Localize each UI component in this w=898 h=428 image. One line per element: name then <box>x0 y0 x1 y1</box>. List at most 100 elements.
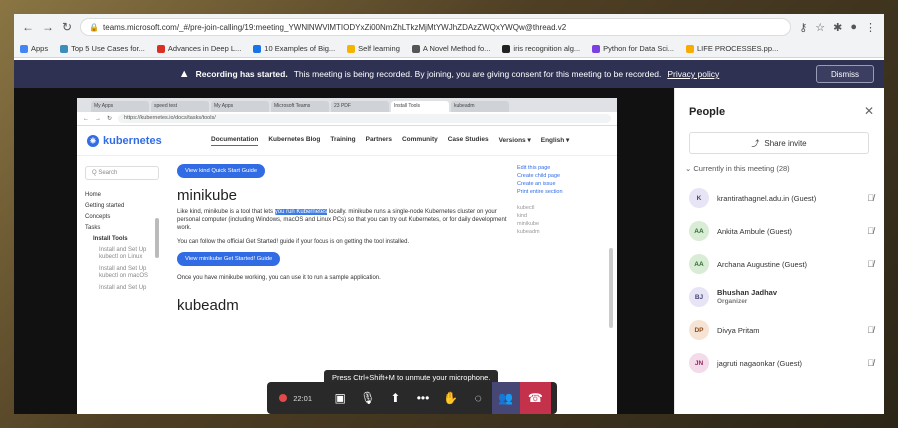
bookmark-item[interactable]: iris recognition alg... <box>502 44 580 53</box>
minikube-paragraph: Like kind, minikube is a tool that lets … <box>177 208 517 232</box>
bookmark-item[interactable]: Advances in Deep L... <box>156 44 242 53</box>
toc-item: minikube <box>517 221 540 227</box>
chevron-down-icon: ⌄ <box>685 164 692 173</box>
get-started-paragraph: You can follow the official Get Started!… <box>177 239 410 245</box>
kubernetes-content: View kind Quick Start Guide minikube Lik… <box>177 164 517 314</box>
participant-row[interactable]: AA Archana Augustine (Guest) 🎙̸ <box>689 250 874 278</box>
participant-name: Divya Pritam <box>717 325 760 335</box>
kubernetes-logo-text: kubernetes <box>103 134 162 147</box>
share-screen-button[interactable]: ⬆ <box>382 382 410 414</box>
more-icon: ••• <box>416 391 430 405</box>
bookmark-icon <box>686 44 694 53</box>
monitor-screen: ← → ↻ 🔒 teams.microsoft.com/_#/pre-join-… <box>14 14 884 414</box>
sidebar-subitem: Install and Set Up kubectl on Linux <box>99 247 147 260</box>
address-bar[interactable]: 🔒 teams.microsoft.com/_#/pre-join-callin… <box>80 18 792 36</box>
mic-off-button[interactable]: 🎙 <box>354 382 382 414</box>
participant-row[interactable]: DP Divya Pritam 🎙̸ <box>689 316 874 344</box>
avatar: AA <box>689 221 709 241</box>
kubernetes-nav-item: Case Studies <box>447 135 489 143</box>
banner-title: Recording has started. <box>195 69 288 79</box>
forward-icon[interactable]: → <box>42 20 54 34</box>
participant-info: Bhushan Jadhav Organizer <box>717 288 874 306</box>
panel-title: People <box>689 106 726 118</box>
participant-info: krantirathagnel.adu.in (Guest) <box>717 194 859 203</box>
page-action-link: Edit this page <box>517 165 551 171</box>
chat-button[interactable]: ◌ <box>464 382 492 414</box>
browser-toolbar: ← → ↻ 🔒 teams.microsoft.com/_#/pre-join-… <box>14 14 884 40</box>
participant-name: Archana Augustine (Guest) <box>717 259 808 269</box>
bookmark-label: Advances in Deep L... <box>167 44 242 53</box>
extensions-icon[interactable]: ✱ <box>833 21 842 34</box>
bookmark-item[interactable]: Top 5 Use Cases for... <box>60 44 145 53</box>
participants-button[interactable]: 👥 <box>492 382 520 414</box>
bookmark-item[interactable]: A Novel Method fo... <box>411 44 490 53</box>
participant-row[interactable]: JN jagruti nagaonkar (Guest) 🎙̸ <box>689 349 874 377</box>
menu-icon[interactable]: ⋮ <box>865 21 876 34</box>
bookmark-item[interactable]: 10 Examples of Big... <box>253 44 335 53</box>
para1-highlight: you run Kubernetes <box>274 209 328 215</box>
share-invite-button[interactable]: ⤴ Share invite <box>689 132 869 154</box>
participant-info: Divya Pritam <box>717 326 859 335</box>
bookmark-icon <box>411 44 420 53</box>
camera-off-button[interactable]: ▣ <box>326 382 354 414</box>
bookmark-label: LIFE PROCESSES.pp... <box>697 44 779 53</box>
shared-back-icon: ← <box>83 115 89 122</box>
shared-reload-icon: ↻ <box>107 116 113 122</box>
bookmark-label: Apps <box>31 44 49 53</box>
dismiss-button[interactable]: Dismiss <box>816 65 874 83</box>
kubernetes-sidebar: Q Search Home Getting started Concepts Task… <box>77 156 167 414</box>
page-actions: Edit this page Create child page Create an… <box>517 164 607 236</box>
minikube-guide-button: View minikube Get Started! Guide <box>177 252 281 266</box>
participant-info: jagruti nagaonkar (Guest) <box>717 359 859 368</box>
participant-role: Organizer <box>717 298 748 305</box>
bookmark-label: iris recognition alg... <box>513 44 581 53</box>
participant-name: jagruti nagaonkar (Guest) <box>717 358 803 368</box>
mic-off-icon: 🎙 <box>360 391 376 405</box>
reload-icon[interactable]: ↻ <box>62 20 72 34</box>
sidebar-subitem: Install and Set Up <box>99 285 147 291</box>
shared-tab: kubeadm <box>451 101 509 112</box>
participant-name: krantirathagnel.adu.in (Guest) <box>717 193 817 203</box>
sidebar-item: Home <box>85 192 102 198</box>
meeting-section-header[interactable]: ⌄ Currently in this meeting (28) <box>685 164 790 173</box>
bookmark-label: Top 5 Use Cases for... <box>71 44 145 53</box>
participant-row[interactable]: AA Ankita Ambule (Guest) 🎙̸ <box>689 217 874 245</box>
mic-muted-icon: 🎙̸ <box>867 193 874 203</box>
profile-icon[interactable]: ● <box>850 21 857 33</box>
shared-tab: speed test <box>151 101 209 112</box>
bookmark-item[interactable]: Apps <box>20 44 48 53</box>
participant-row[interactable]: Kkrantirathagnel.adu.in (Guest) 🎙̸ <box>689 184 874 212</box>
avatar: DP <box>689 320 709 340</box>
bookmark-icon <box>60 44 69 53</box>
avatar: JN <box>689 353 709 373</box>
back-icon[interactable]: ← <box>22 20 34 34</box>
more-actions-button[interactable]: ••• <box>409 382 437 414</box>
participant-row[interactable]: BJ Bhushan Jadhav Organizer <box>689 283 874 311</box>
raise-hand-button[interactable]: ✋ <box>437 382 465 414</box>
bookmark-icon <box>502 44 511 53</box>
share-invite-label: Share invite <box>764 138 807 148</box>
shared-screen: My Apps speed test My Apps Microsoft Teams 2… <box>77 98 617 414</box>
toc-item: kubeadm <box>517 229 540 235</box>
hang-up-button[interactable]: ☎ <box>519 382 551 414</box>
participant-name: Bhushan Jadhav <box>717 288 778 297</box>
people-icon: 👥 <box>498 391 514 405</box>
kubernetes-header: ⎈ kubernetes Documentation Kubernetes Blo… <box>77 126 617 156</box>
kubeadm-heading: kubeadm <box>177 297 239 314</box>
star-icon[interactable]: ☆ <box>815 21 825 34</box>
kubernetes-logo: ⎈ kubernetes <box>87 134 207 147</box>
close-icon[interactable]: ✕ <box>864 104 874 118</box>
share-icon: ⤴ <box>751 138 760 148</box>
bookmark-label: 10 Examples of Big... <box>264 44 336 53</box>
banner-message: This meeting is being recorded. By joini… <box>293 69 662 79</box>
para1-start: Like kind, minikube is a tool that lets <box>177 209 274 215</box>
bookmark-icon <box>20 44 28 53</box>
bookmark-item[interactable]: Python for Data Sci... <box>592 44 674 53</box>
key-icon[interactable]: ⚷ <box>799 21 807 34</box>
bookmark-item[interactable]: LIFE PROCESSES.pp... <box>686 44 778 53</box>
mic-muted-icon: 🎙̸ <box>867 325 874 335</box>
privacy-policy-link[interactable]: Privacy policy <box>667 69 719 79</box>
bookmark-item[interactable]: Self learning <box>347 44 400 53</box>
kubernetes-nav: Documentation Kubernetes Blog Training Part… <box>211 136 569 146</box>
shared-scrollbar <box>609 248 613 328</box>
